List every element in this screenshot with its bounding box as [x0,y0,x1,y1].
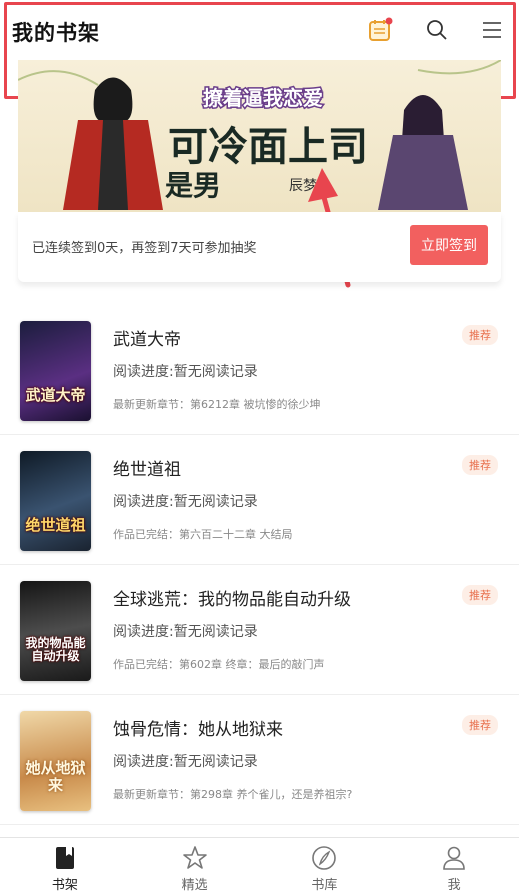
user-icon [443,846,465,870]
book-item[interactable]: 武道大帝 武道大帝 阅读进度:暂无阅读记录 最新更新章节：第6212章 被坑惨的… [0,305,519,435]
search-icon [427,20,447,40]
book-latest-chapter: 最新更新章节：第6212章 被坑惨的徐少坤 [113,398,321,411]
promo-banner[interactable]: 撩着逼我恋爱 可冷面上司 是男 辰梦 [18,60,501,212]
book-title: 绝世道祖 [113,460,181,480]
menu-button[interactable] [478,16,506,44]
book-cover-title: 我的物品能自动升级 [25,635,86,663]
compass-icon [312,846,337,870]
tab-label: 精选 [181,878,208,893]
tab-bookshelf[interactable]: 书架 [0,838,130,895]
menu-icon [483,22,501,38]
banner-artwork: 撩着逼我恋爱 可冷面上司 是男 辰梦 [18,60,501,212]
bottom-tab-bar: 书架 精选 书库 我 [0,837,519,895]
book-progress: 阅读进度:暂无阅读记录 [113,754,258,770]
book-latest-chapter: 作品已完结：第六百二十二章 大结局 [113,528,293,541]
book-latest-chapter: 作品已完结：第602章 终章：最后的敲门声 [113,658,325,671]
book-cover: 我的物品能自动升级 [20,581,91,681]
book-cover-title: 绝世道祖 [25,515,86,534]
checkin-calendar-button[interactable] [366,16,394,44]
book-item[interactable]: 绝世道祖 绝世道祖 阅读进度:暂无阅读记录 作品已完结：第六百二十二章 大结局 … [0,435,519,565]
tab-library[interactable]: 书库 [260,838,390,895]
page-title: 我的书架 [12,21,100,45]
tab-label: 书架 [51,878,78,893]
book-cover: 她从地狱来 [20,711,91,811]
bookshelf-icon [55,847,74,869]
book-cover: 武道大帝 [20,321,91,421]
recommend-tag: 推荐 [462,325,498,345]
tab-label: 我 [447,878,461,893]
tab-me[interactable]: 我 [389,838,519,895]
book-title: 全球逃荒：我的物品能自动升级 [113,590,351,610]
recommend-tag: 推荐 [462,715,498,735]
book-latest-chapter: 最新更新章节：第298章 养个雀儿，还是养祖宗? [113,788,353,801]
checkin-button[interactable]: 立即签到 [410,225,488,265]
banner-author: 辰梦 [289,178,317,194]
recommend-tag: 推荐 [462,585,498,605]
book-progress: 阅读进度:暂无阅读记录 [113,494,258,510]
book-progress: 阅读进度:暂无阅读记录 [113,364,258,380]
book-item[interactable]: 她从地狱来 蚀骨危情：她从地狱来 阅读进度:暂无阅读记录 最新更新章节：第298… [0,695,519,825]
checkin-status-text: 已连续签到0天，再签到7天可参加抽奖 [32,241,257,256]
book-title: 武道大帝 [113,330,181,350]
book-progress: 阅读进度:暂无阅读记录 [113,624,258,640]
recommend-tag: 推荐 [462,455,498,475]
book-cover-title: 她从地狱来 [25,759,86,794]
book-cover: 绝世道祖 [20,451,91,551]
banner-line3: 是男 [165,169,221,202]
book-title: 蚀骨危情：她从地狱来 [113,720,283,740]
tab-label: 书库 [311,878,338,893]
book-cover-title: 武道大帝 [25,385,86,404]
star-icon [182,846,207,869]
search-button[interactable] [423,16,451,44]
banner-line2: 可冷面上司 [168,123,368,170]
checkin-card: 已连续签到0天，再签到7天可参加抽奖 立即签到 [18,212,501,282]
tab-featured[interactable]: 精选 [130,838,260,895]
calendar-icon [369,17,393,41]
banner-line1: 撩着逼我恋爱 [203,86,323,110]
book-list: 武道大帝 武道大帝 阅读进度:暂无阅读记录 最新更新章节：第6212章 被坑惨的… [0,305,519,825]
book-item[interactable]: 我的物品能自动升级 全球逃荒：我的物品能自动升级 阅读进度:暂无阅读记录 作品已… [0,565,519,695]
